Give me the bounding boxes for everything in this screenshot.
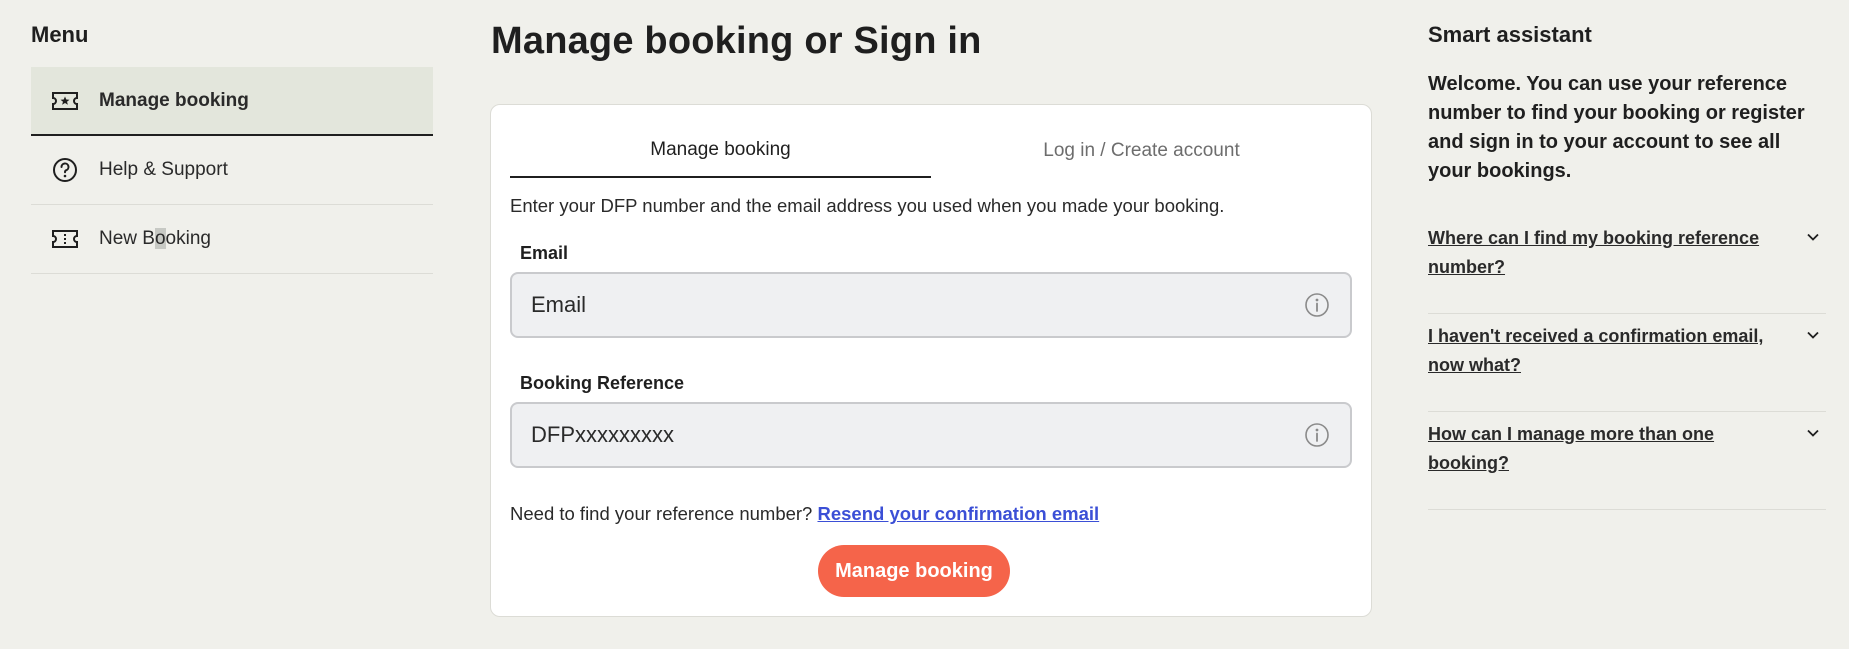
assistant-welcome: Welcome. You can use your reference numb… (1428, 73, 1805, 182)
info-icon[interactable] (1304, 292, 1330, 318)
menu-item-label: New Booking (99, 228, 211, 250)
email-label: Email (520, 243, 569, 263)
reference-help-text: Need to find your reference number? (510, 503, 813, 524)
info-icon[interactable] (1304, 422, 1330, 448)
menu-item-help-support[interactable]: Help & Support (31, 136, 433, 205)
label-part: New B (99, 228, 155, 249)
booking-card: Manage booking Log in / Create account E… (490, 104, 1372, 617)
label-part: oking (165, 228, 211, 249)
chevron-down-icon (1804, 228, 1822, 246)
help-circle-icon (51, 156, 79, 184)
tab-manage-booking[interactable]: Manage booking (510, 123, 931, 178)
text-cursor-highlight: o (154, 228, 166, 249)
booking-reference-field-container (510, 402, 1352, 468)
resend-confirmation-link[interactable]: Resend your confirmation email (817, 503, 1099, 524)
assistant-title: Smart assistant (1428, 22, 1592, 47)
faq-question: I haven't received a confirmation email,… (1428, 326, 1764, 375)
tab-login-create-account[interactable]: Log in / Create account (931, 123, 1352, 178)
faq-item[interactable]: I haven't received a confirmation email,… (1428, 314, 1826, 412)
faq-list: Where can I find my booking reference nu… (1428, 216, 1826, 510)
menu-title: Menu (31, 22, 89, 47)
page-title: Manage booking or Sign in (491, 20, 982, 62)
manage-booking-button[interactable]: Manage booking (818, 545, 1010, 597)
booking-reference-input[interactable] (531, 404, 1271, 466)
menu-item-label: Help & Support (99, 159, 228, 180)
menu-list: Manage booking Help & Support New Bookin… (31, 67, 433, 274)
page: Menu Manage booking Help & Support New B… (0, 0, 1849, 649)
chevron-down-icon (1804, 326, 1822, 344)
menu-item-new-booking[interactable]: New Booking (31, 205, 433, 274)
faq-item[interactable]: How can I manage more than one booking? (1428, 412, 1826, 510)
email-field-container (510, 272, 1352, 338)
reference-help-line: Need to find your reference number? Rese… (510, 503, 1099, 525)
faq-item[interactable]: Where can I find my booking reference nu… (1428, 216, 1826, 314)
email-input[interactable] (531, 274, 1271, 336)
menu-item-label: Manage booking (99, 89, 249, 111)
ticket-star-icon (51, 87, 79, 115)
faq-question: Where can I find my booking reference nu… (1428, 228, 1760, 277)
menu-item-manage-booking[interactable]: Manage booking (31, 67, 433, 136)
booking-reference-label: Booking Reference (520, 373, 685, 393)
intro-text: Enter your DFP number and the email addr… (510, 195, 1225, 216)
ticket-icon (51, 225, 79, 253)
chevron-down-icon (1804, 424, 1822, 442)
faq-question: How can I manage more than one booking? (1428, 424, 1715, 473)
tab-bar: Manage booking Log in / Create account (510, 123, 1352, 178)
